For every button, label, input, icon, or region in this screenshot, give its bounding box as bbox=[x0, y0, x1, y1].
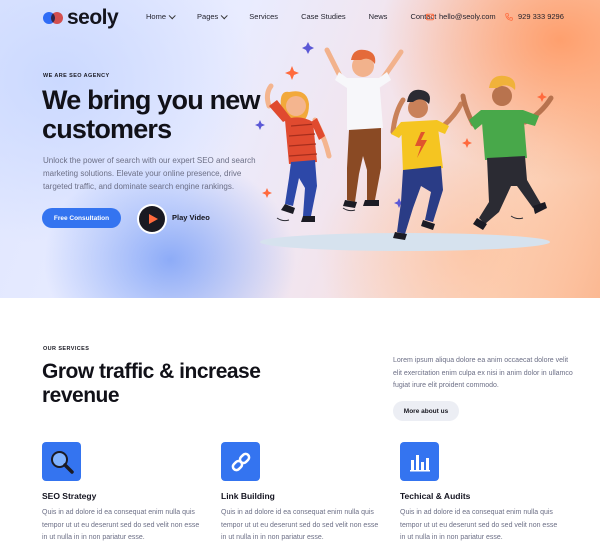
person-white-shirt bbox=[324, 47, 404, 208]
nav-item-news[interactable]: News bbox=[369, 12, 388, 21]
more-about-us-button[interactable]: More about us bbox=[393, 401, 459, 421]
service-card-seo-strategy[interactable]: SEO Strategy Quis in ad dolore id ea con… bbox=[42, 442, 212, 545]
logo-mark-icon bbox=[43, 12, 63, 24]
person-yellow-sweater bbox=[390, 89, 464, 240]
phone-icon bbox=[505, 12, 513, 21]
nav-item-case-studies[interactable]: Case Studies bbox=[301, 12, 346, 21]
nav-item-label: Case Studies bbox=[301, 12, 346, 21]
logo-text: seoly bbox=[67, 6, 119, 29]
service-card-technical-audits[interactable]: Techical & Audits Quis in ad dolore id e… bbox=[400, 442, 570, 545]
person-green-sweater bbox=[460, 75, 554, 230]
chevron-down-icon bbox=[168, 12, 176, 20]
free-consultation-button[interactable]: Free Consultation bbox=[42, 208, 121, 228]
hero-section: seoly Home Pages Services Case Studies N… bbox=[0, 0, 600, 298]
email-link[interactable]: hello@seoly.com bbox=[426, 12, 496, 21]
jumping-people-illustration bbox=[255, 42, 554, 251]
email-text: hello@seoly.com bbox=[439, 12, 496, 21]
play-icon bbox=[149, 214, 158, 224]
services-title: Grow traffic & increase revenue bbox=[42, 360, 261, 407]
nav-item-label: Services bbox=[249, 12, 279, 21]
chevron-down-icon bbox=[220, 12, 229, 20]
services-eyebrow: OUR SERVICES bbox=[43, 346, 90, 352]
link-icon bbox=[221, 442, 260, 481]
nav-item-label: News bbox=[368, 12, 388, 21]
bar-chart-icon bbox=[400, 442, 439, 481]
person-red-sweater bbox=[264, 83, 332, 222]
nav-item-pages[interactable]: Pages bbox=[197, 12, 229, 21]
phone-link[interactable]: 929 333 9296 bbox=[505, 12, 564, 21]
logo[interactable]: seoly bbox=[43, 6, 119, 30]
magnifier-icon bbox=[42, 442, 81, 481]
nav-item-label: Pages bbox=[197, 12, 219, 21]
hero-headline: We bring you new customers bbox=[42, 85, 261, 144]
top-navigation: seoly Home Pages Services Case Studies N… bbox=[0, 0, 600, 36]
hero-intro: Unlock the power of search with our expe… bbox=[43, 156, 256, 192]
play-video-label[interactable]: Play Video bbox=[172, 213, 210, 222]
phone-text: 929 333 9296 bbox=[518, 12, 564, 21]
service-card-link-building[interactable]: Link Building Quis in ad dolore id ea co… bbox=[221, 442, 391, 545]
card-title: Link Building bbox=[221, 491, 275, 501]
nav-item-home[interactable]: Home bbox=[146, 12, 176, 21]
services-description: Lorem ipsum aliqua dolore ea anim occaec… bbox=[393, 357, 573, 389]
card-text: Quis in ad dolore id ea consequat enim n… bbox=[42, 509, 200, 541]
card-title: SEO Strategy bbox=[42, 491, 97, 501]
card-text: Quis in ad dolore id ea consequat enim n… bbox=[221, 509, 379, 541]
play-video-button[interactable] bbox=[139, 206, 165, 232]
hero-eyebrow: WE ARE SEO AGENCY bbox=[43, 73, 110, 79]
nav-item-services[interactable]: Services bbox=[249, 12, 278, 21]
nav-item-label: Home bbox=[146, 12, 167, 21]
card-title: Techical & Audits bbox=[400, 491, 471, 501]
mail-icon bbox=[426, 13, 434, 20]
main-menu: Home Pages Services Case Studies News Co… bbox=[146, 12, 459, 21]
card-text: Quis in ad dolore id ea consequat enim n… bbox=[400, 509, 558, 541]
